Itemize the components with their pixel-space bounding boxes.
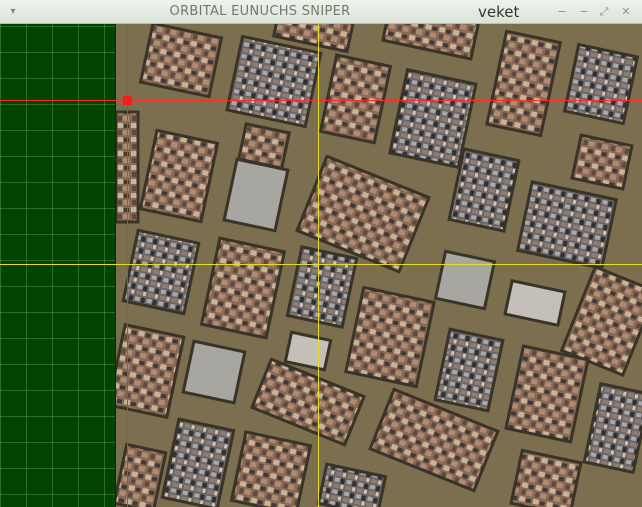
minimize-icon[interactable]: − [556,5,568,19]
yellow-crosshair-horizontal [0,264,642,265]
satellite-city-map[interactable] [116,24,642,507]
radar-grid-panel [0,24,116,507]
title-bar[interactable]: ▾ ORBITAL EUNUCHS SNIPER veket − − ⤢ ✕ [0,0,642,24]
red-crosshair-horizontal [0,100,642,101]
chevron-down-icon[interactable]: ▾ [6,5,20,19]
minimize-icon[interactable]: − [578,5,590,19]
maximize-icon[interactable]: ⤢ [598,5,610,19]
yellow-crosshair-vertical [318,24,319,507]
game-viewport[interactable] [0,24,642,507]
window-title: ORBITAL EUNUCHS SNIPER [169,4,351,19]
game-window: ▾ ORBITAL EUNUCHS SNIPER veket − − ⤢ ✕ [0,0,642,507]
player-name: veket [478,3,520,21]
close-icon[interactable]: ✕ [620,5,632,19]
city-blocks-layer [116,24,642,507]
target-marker-icon [123,96,132,105]
